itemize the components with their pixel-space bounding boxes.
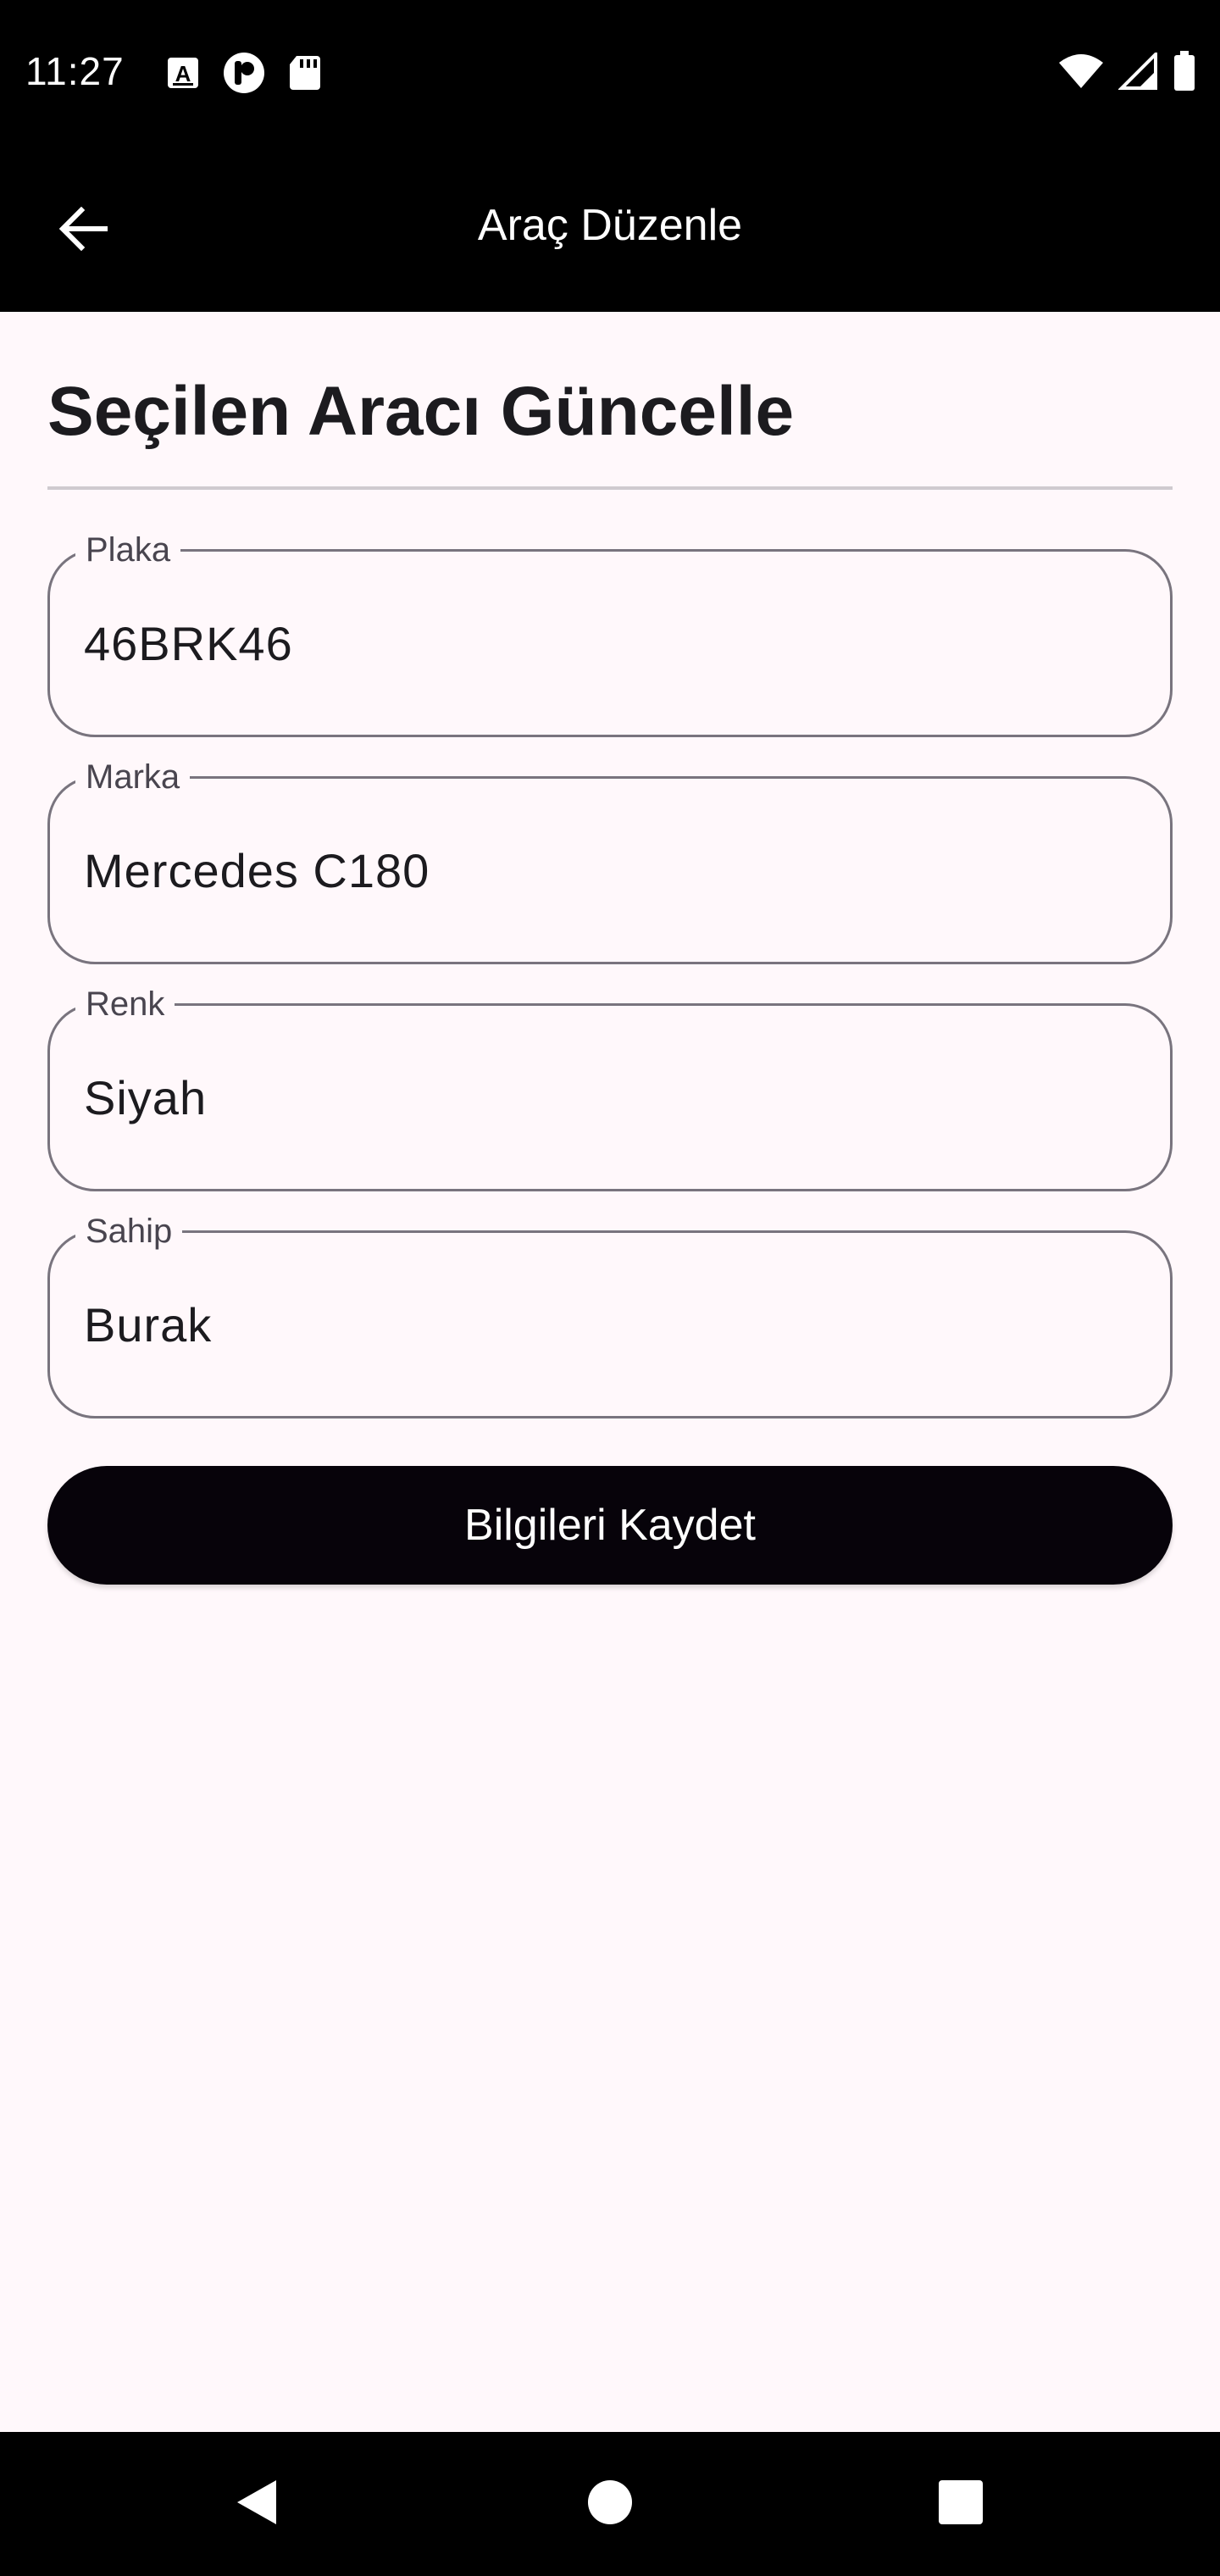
brand-field-label: Marka xyxy=(75,757,191,797)
color-input[interactable] xyxy=(84,1069,1136,1128)
wifi-icon xyxy=(1057,53,1105,94)
brand-input[interactable] xyxy=(84,841,1136,901)
sd-card-icon xyxy=(288,54,322,96)
brand-field[interactable]: Marka xyxy=(47,757,1173,964)
status-right-icons xyxy=(1057,50,1196,96)
status-left-icons: A xyxy=(166,51,322,99)
nav-back-button[interactable] xyxy=(188,2432,324,2576)
title-divider xyxy=(47,486,1173,490)
owner-field[interactable]: Sahip xyxy=(47,1211,1173,1418)
save-button[interactable]: Bilgileri Kaydet xyxy=(47,1466,1173,1585)
nav-home-button[interactable] xyxy=(542,2432,678,2576)
owner-input[interactable] xyxy=(84,1296,1136,1355)
cell-signal-icon xyxy=(1117,50,1159,94)
color-field-label: Renk xyxy=(75,984,175,1024)
text-a-icon: A xyxy=(166,56,200,94)
owner-field-label: Sahip xyxy=(75,1211,183,1252)
battery-icon xyxy=(1173,51,1196,96)
p-app-icon xyxy=(222,51,266,99)
plate-field-label: Plaka xyxy=(75,530,181,570)
back-triangle-icon xyxy=(232,2477,280,2532)
plate-field[interactable]: Plaka xyxy=(47,530,1173,737)
color-field[interactable]: Renk xyxy=(47,984,1173,1191)
system-nav-bar xyxy=(0,2432,1220,2576)
plate-input[interactable] xyxy=(84,614,1136,674)
status-time: 11:27 xyxy=(25,49,125,93)
app-bar: Araç Düzenle xyxy=(0,146,1220,312)
main-content: Seçilen Aracı Güncelle Plaka Marka Renk … xyxy=(47,312,1173,1585)
home-circle-icon xyxy=(586,2479,634,2530)
save-button-label: Bilgileri Kaydet xyxy=(464,1501,756,1550)
app-bar-title: Araç Düzenle xyxy=(477,201,743,250)
status-bar: 11:27 A xyxy=(0,0,1220,146)
recents-square-icon xyxy=(937,2479,984,2530)
page-title: Seçilen Aracı Güncelle xyxy=(47,373,795,450)
nav-recents-button[interactable] xyxy=(893,2432,1029,2576)
svg-text:A: A xyxy=(175,61,191,86)
